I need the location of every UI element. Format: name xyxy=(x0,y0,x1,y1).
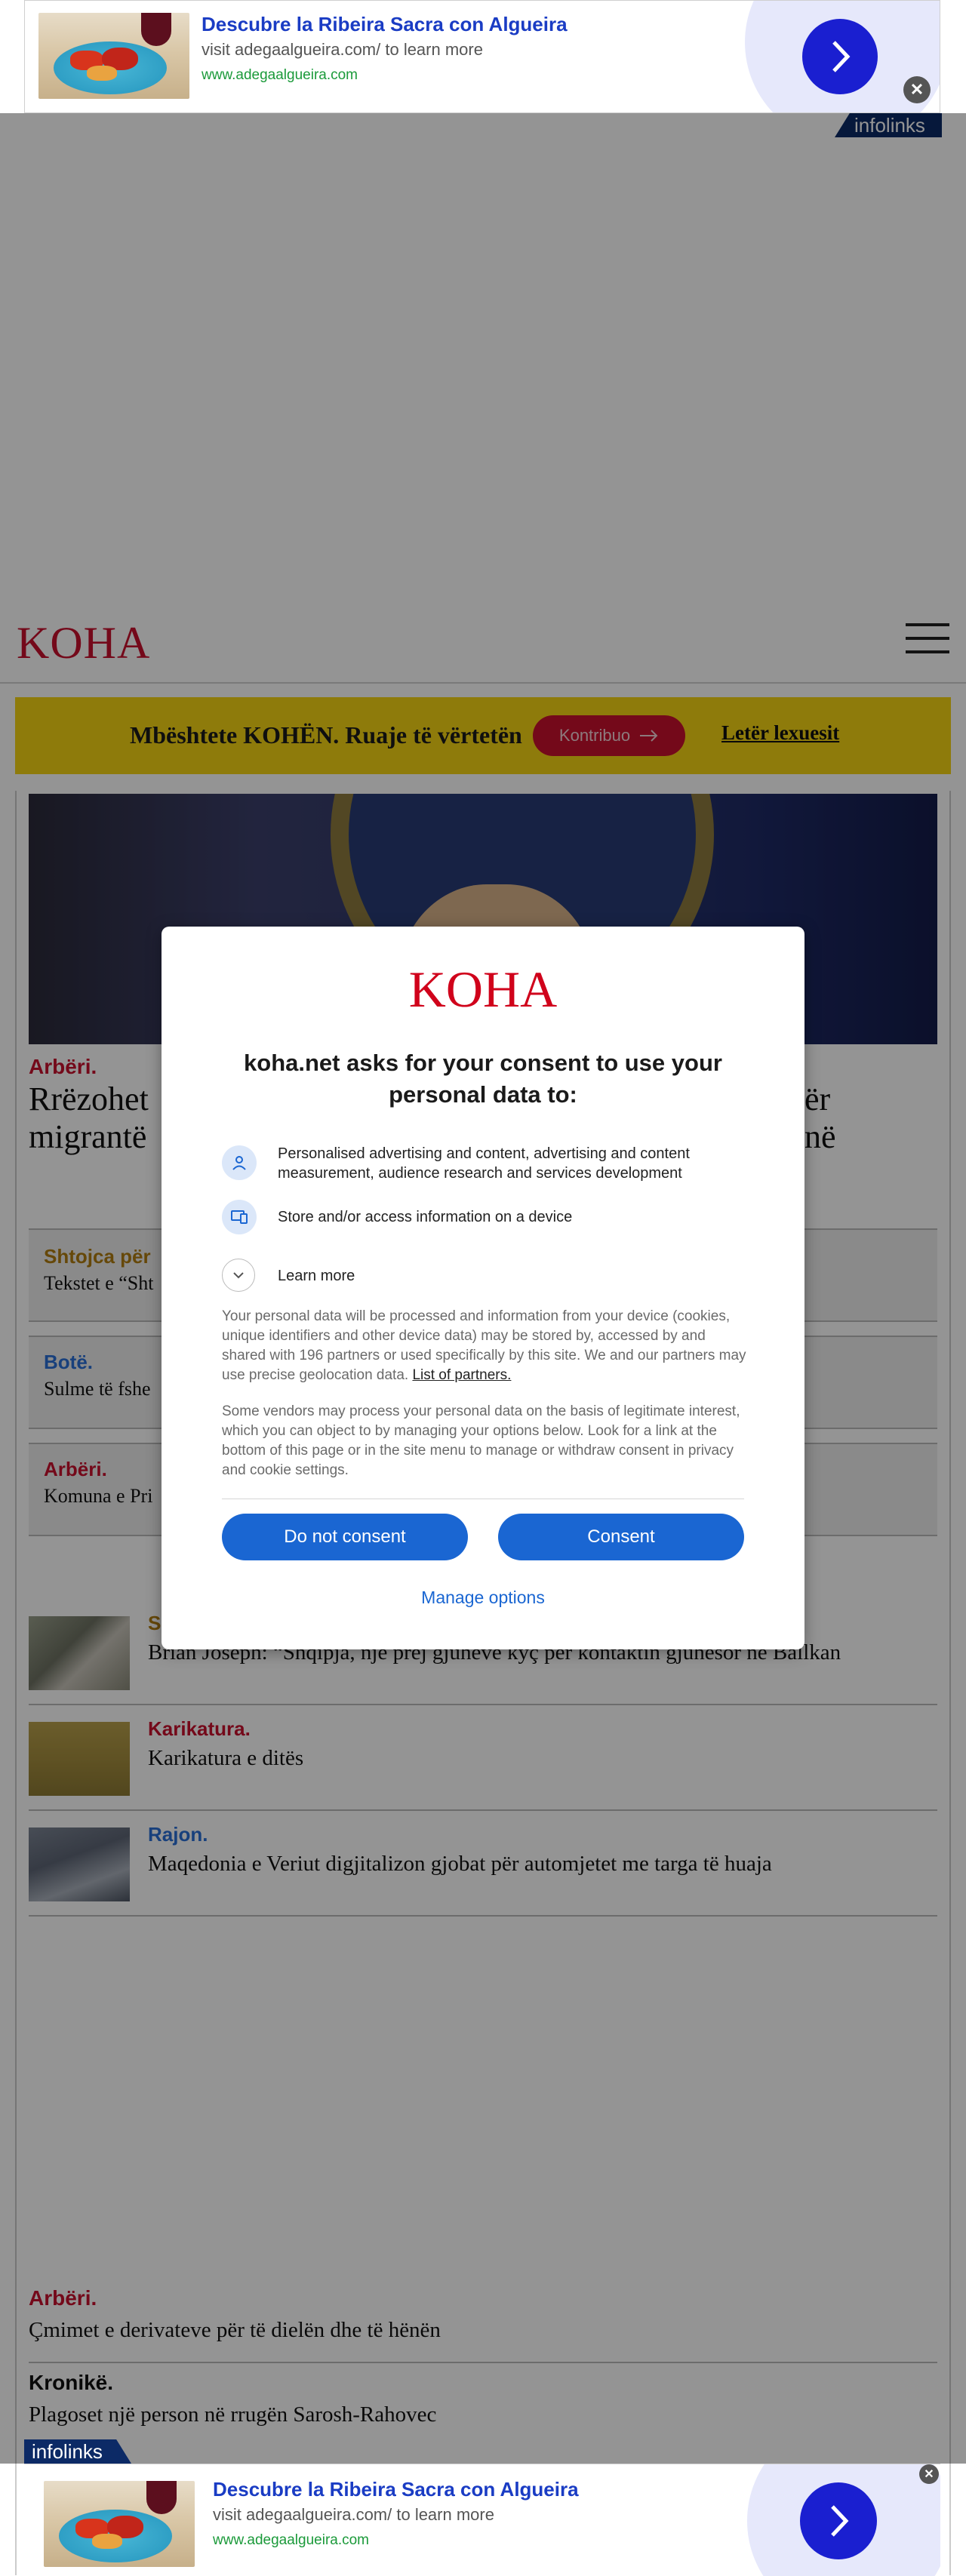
chevron-right-icon xyxy=(832,41,851,72)
ad-url[interactable]: www.adegaalgueira.com xyxy=(202,67,358,84)
ad-close-button[interactable]: ✕ xyxy=(919,2464,939,2484)
manage-options-link[interactable]: Manage options xyxy=(162,1588,804,1608)
bottom-ad-banner[interactable]: Descubre la Ribeira Sacra con Algueira v… xyxy=(24,2464,940,2576)
ad-close-button[interactable]: ✕ xyxy=(903,76,931,103)
ad-title[interactable]: Descubre la Ribeira Sacra con Algueira xyxy=(202,13,568,36)
consent-paragraph-2: Some vendors may process your personal d… xyxy=(222,1403,740,1478)
ad-arrow-button[interactable] xyxy=(802,19,878,94)
do-not-consent-button[interactable]: Do not consent xyxy=(222,1514,468,1560)
chevron-right-icon xyxy=(831,2505,849,2537)
person-icon xyxy=(222,1145,257,1180)
consent-purpose-1: Personalised advertising and content, ad… xyxy=(222,1142,750,1185)
consent-purpose-2: Store and/or access information on a dev… xyxy=(222,1200,750,1237)
consent-button[interactable]: Consent xyxy=(498,1514,744,1560)
consent-paragraph-1: Your personal data will be processed and… xyxy=(222,1307,750,1385)
consent-heading: koha.net asks for your consent to use yo… xyxy=(244,1050,722,1108)
close-icon: ✕ xyxy=(924,2468,934,2481)
ad-image[interactable] xyxy=(44,2481,195,2567)
ad-title[interactable]: Descubre la Ribeira Sacra con Algueira xyxy=(213,2478,579,2501)
purpose-text: Store and/or access information on a dev… xyxy=(278,1209,573,1225)
devices-icon xyxy=(222,1200,257,1234)
ad-arrow-button[interactable] xyxy=(800,2482,877,2559)
consent-logo: KOHA xyxy=(408,961,558,1018)
learn-more-toggle[interactable]: Learn more xyxy=(222,1259,750,1293)
top-ad-banner[interactable]: Descubre la Ribeira Sacra con Algueira v… xyxy=(24,0,940,113)
chevron-down-icon[interactable] xyxy=(222,1259,255,1292)
infolinks-badge[interactable]: infolinks xyxy=(24,2439,131,2464)
ad-subtitle: visit adegaalgueira.com/ to learn more xyxy=(202,40,483,59)
partners-link[interactable]: List of partners. xyxy=(412,1367,511,1383)
close-icon: ✕ xyxy=(909,80,924,99)
consent-dialog: KOHA koha.net asks for your consent to u… xyxy=(162,927,804,1649)
ad-subtitle: visit adegaalgueira.com/ to learn more xyxy=(213,2505,494,2524)
learn-more-label[interactable]: Learn more xyxy=(278,1266,753,1286)
purpose-text: Personalised advertising and content, ad… xyxy=(278,1145,690,1182)
ad-image[interactable] xyxy=(38,13,189,99)
ad-url[interactable]: www.adegaalgueira.com xyxy=(213,2532,369,2549)
